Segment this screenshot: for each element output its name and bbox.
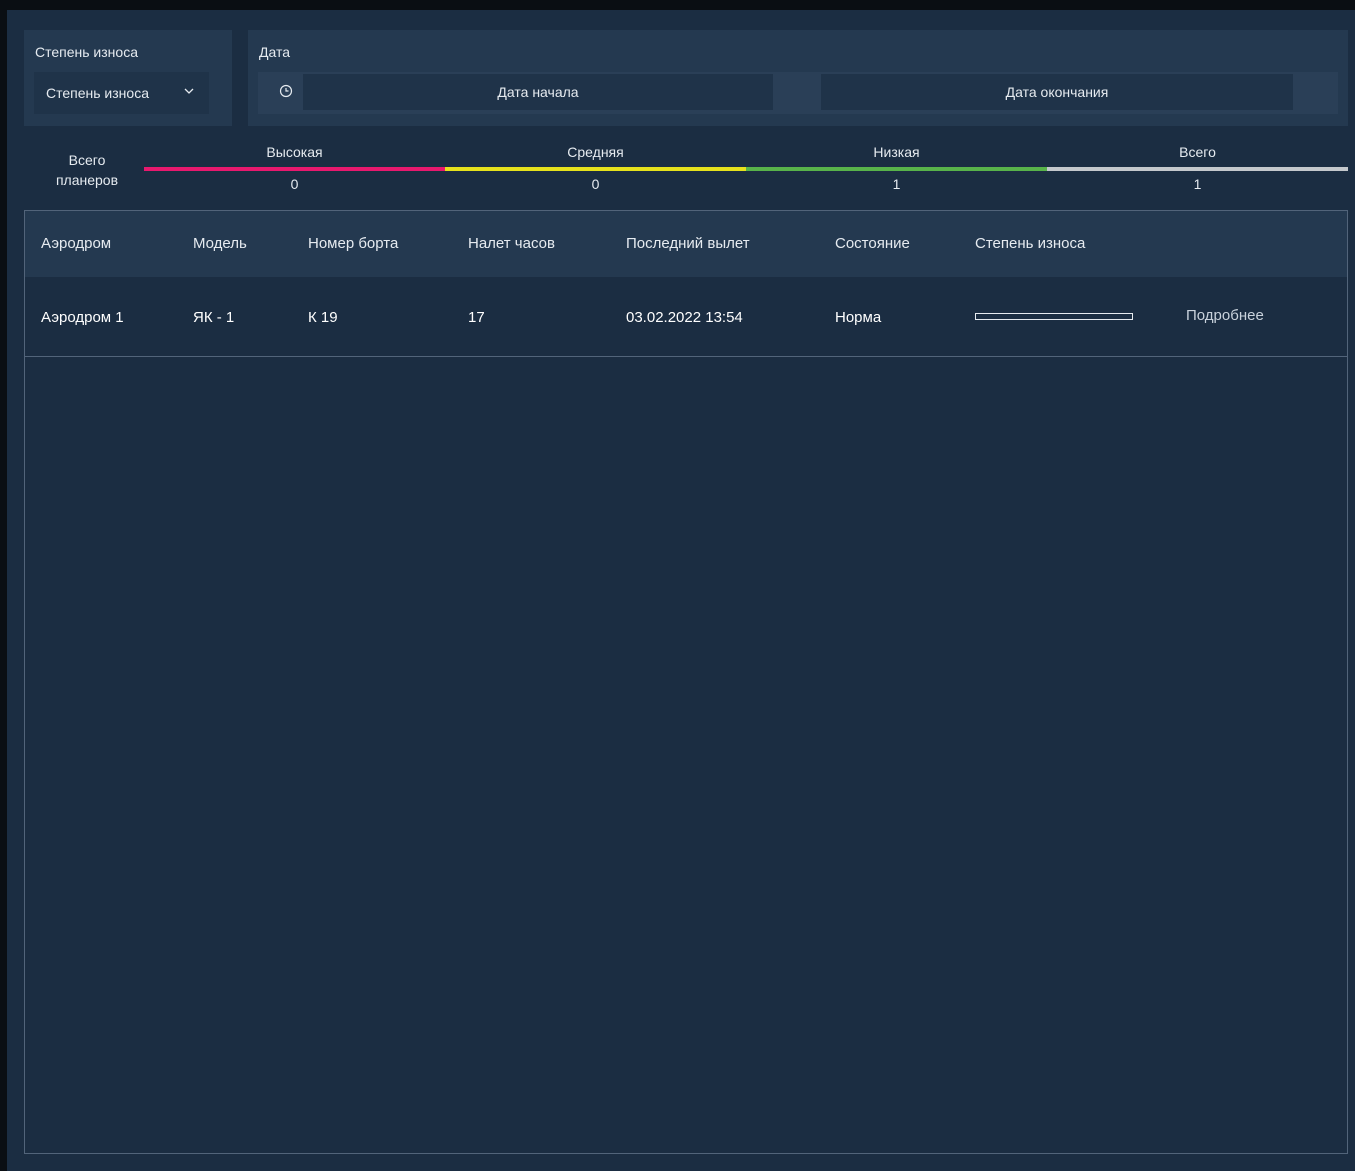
stat-medium-label: Средняя — [567, 144, 624, 160]
stat-total-value: 1 — [1193, 176, 1202, 192]
stat-high-bar — [144, 167, 445, 171]
stat-low: Низкая 1 — [746, 142, 1047, 198]
date-start-input[interactable]: Дата начала — [303, 74, 773, 110]
stat-low-bar — [746, 167, 1047, 171]
chevron-down-icon — [184, 88, 194, 94]
wear-filter-label: Степень износа — [35, 44, 138, 60]
cell-board-number: К 19 — [308, 309, 338, 326]
date-range-picker: Дата начала Дата окончания — [258, 72, 1338, 114]
stat-total-label: Всего — [1179, 144, 1216, 160]
stat-low-value: 1 — [892, 176, 901, 192]
wear-progress-bar — [975, 313, 1133, 320]
stat-total: Всего 1 — [1047, 142, 1348, 198]
column-header-model[interactable]: Модель — [193, 235, 247, 252]
stat-total-bar — [1047, 167, 1348, 171]
stat-high-value: 0 — [290, 176, 299, 192]
stat-low-label: Низкая — [873, 144, 920, 160]
cell-last-flight: 03.02.2022 13:54 — [626, 309, 743, 326]
clock-icon — [279, 84, 293, 98]
column-header-wear[interactable]: Степень износа — [975, 235, 1085, 252]
stat-medium-bar — [445, 167, 746, 171]
wear-filter-panel: Степень износа Степень износа — [24, 30, 232, 126]
app-root: Степень износа Степень износа Дата Дата … — [7, 10, 1355, 1171]
gliders-table: Аэродром Модель Номер борта Налет часов … — [24, 210, 1348, 1154]
total-gliders-label: Всего планеров — [55, 152, 119, 188]
column-header-board-number[interactable]: Номер борта — [308, 235, 398, 252]
cell-state: Норма — [835, 309, 882, 326]
date-filter-panel: Дата Дата начала Дата окончания — [248, 30, 1348, 126]
column-header-state[interactable]: Состояние — [835, 235, 910, 252]
column-header-airfield[interactable]: Аэродром — [41, 235, 111, 252]
stat-high: Высокая 0 — [144, 142, 445, 198]
wear-select-value: Степень износа — [46, 85, 149, 101]
column-header-flight-hours[interactable]: Налет часов — [468, 235, 555, 252]
date-end-input[interactable]: Дата окончания — [821, 74, 1293, 110]
table-header: Аэродром Модель Номер борта Налет часов … — [25, 211, 1347, 277]
stat-high-label: Высокая — [266, 144, 323, 160]
cell-airfield: Аэродром 1 — [41, 309, 124, 326]
wear-select[interactable]: Степень износа — [34, 72, 209, 114]
table-row: Аэродром 1 ЯК - 1 К 19 17 03.02.2022 13:… — [25, 277, 1347, 357]
cell-model: ЯК - 1 — [193, 309, 235, 326]
date-filter-label: Дата — [259, 44, 291, 60]
column-header-last-flight[interactable]: Последний вылет — [626, 235, 750, 252]
details-link[interactable]: Подробнее — [1186, 307, 1264, 324]
stat-medium: Средняя 0 — [445, 142, 746, 198]
cell-flight-hours: 17 — [468, 309, 485, 326]
stat-medium-value: 0 — [591, 176, 600, 192]
